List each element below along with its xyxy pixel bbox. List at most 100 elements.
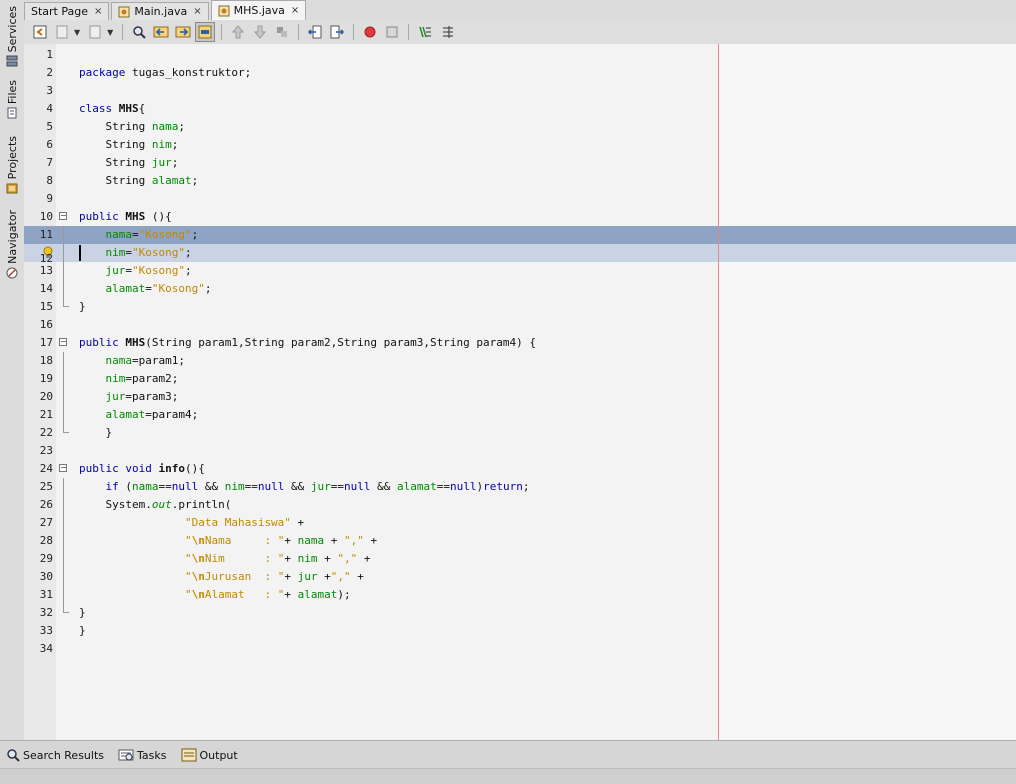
code-line[interactable]: 19 nim=param2; [24,370,1016,388]
code-line[interactable]: 20 jur=param3; [24,388,1016,406]
tab-mhs-java[interactable]: MHS.java × [210,0,307,20]
uncomment-button[interactable] [437,22,457,42]
code-text: nim=param2; [105,372,179,385]
code-text: } [105,426,113,439]
line-number: 17 [39,336,53,349]
shift-left-button[interactable] [305,22,325,42]
right-margin-guide [718,44,719,740]
previous-bookmark-button[interactable] [228,22,248,42]
code-line[interactable]: 9 [24,190,1016,208]
line-number: 14 [39,282,53,295]
back-button[interactable] [52,22,72,42]
code-line[interactable]: 17 − public MHS(String param1,String par… [24,334,1016,352]
sidebar-item-services[interactable]: Services [0,6,24,67]
code-line[interactable]: 30 "\nJurusan : "+ jur +"," + [24,568,1016,586]
chevron-down-icon[interactable]: ▼ [107,28,113,37]
code-editor[interactable]: 1 2 package tugas_konstruktor; 3 4 class… [24,44,1016,740]
code-line[interactable]: 24 − public void info(){ [24,460,1016,478]
code-line[interactable]: 23 [24,442,1016,460]
code-line[interactable]: 1 [24,46,1016,64]
find-next-button[interactable] [173,22,193,42]
code-line[interactable]: 21 alamat=param4; [24,406,1016,424]
fold-guide [63,550,64,568]
fold-toggle-icon[interactable]: − [59,212,67,220]
record-icon [364,26,376,38]
forward-button[interactable] [85,22,105,42]
search-icon [133,26,147,39]
line-number: 10 [39,210,53,223]
next-bookmark-button[interactable] [250,22,270,42]
stop-macro-button[interactable] [382,22,402,42]
code-line[interactable]: 32 } [24,604,1016,622]
code-line[interactable]: 6 String nim; [24,136,1016,154]
code-line-selected[interactable]: 11 nama="Kosong"; [24,226,1016,244]
status-bar [0,768,1016,784]
sidebar-item-label: Files [5,80,19,105]
code-line[interactable]: 28 "\nNama : "+ nama + "," + [24,532,1016,550]
code-line[interactable]: 4 class MHS{ [24,100,1016,118]
code-line[interactable]: 31 "\nAlamat : "+ alamat); [24,586,1016,604]
line-number: 1 [46,48,53,61]
close-icon[interactable]: × [94,6,102,17]
code-line[interactable]: 18 nama=param1; [24,352,1016,370]
record-macro-button[interactable] [360,22,380,42]
close-icon[interactable]: × [291,5,299,16]
fold-toggle-icon[interactable]: − [59,338,67,346]
toggle-bookmark-button[interactable] [272,22,292,42]
arrow-left-icon [153,26,169,38]
code-line[interactable]: 7 String jur; [24,154,1016,172]
find-previous-button[interactable] [151,22,171,42]
last-edit-button[interactable] [30,22,50,42]
fold-guide [63,370,64,388]
line-number: 30 [39,570,53,583]
files-icon [7,107,17,119]
tab-tasks[interactable]: Tasks [118,748,167,762]
fold-guide [63,352,64,370]
comment-icon [419,26,432,38]
code-line[interactable]: 2 package tugas_konstruktor; [24,64,1016,82]
fold-guide [63,478,64,496]
toggle-highlight-button[interactable] [195,22,216,42]
code-line[interactable]: 33 } [24,622,1016,640]
tab-start-page[interactable]: Start Page × [24,2,110,20]
sidebar-item-projects[interactable]: Projects [0,136,24,194]
fold-toggle-icon[interactable]: − [59,464,67,472]
code-line-current[interactable]: nim="Kosong"; [24,244,1016,262]
sidebar-item-files[interactable]: Files [0,80,24,119]
shift-right-button[interactable] [327,22,347,42]
find-button[interactable] [129,22,149,42]
line-number: 21 [39,408,53,421]
editor-tab-bar: Start Page × Main.java × MHS.java × [24,0,1016,21]
chevron-down-icon[interactable]: ▼ [74,28,80,37]
code-line[interactable]: 29 "\nNim : "+ nim + "," + [24,550,1016,568]
close-icon[interactable]: × [193,6,201,17]
arrow-right-icon [175,26,191,38]
code-line[interactable]: 25 if (nama==null && nim==null && jur==n… [24,478,1016,496]
line-number: 31 [39,588,53,601]
code-line[interactable]: 14 alamat="Kosong"; [24,280,1016,298]
toolbar-separator [298,24,300,40]
code-text: } [79,606,86,619]
comment-button[interactable] [415,22,435,42]
code-line[interactable]: 26 System.out.println( [24,496,1016,514]
fold-end-guide [63,298,69,307]
code-line[interactable]: 15 } [24,298,1016,316]
code-line[interactable]: 34 [24,640,1016,658]
sidebar-item-navigator[interactable]: Navigator [0,210,24,279]
code-line[interactable]: 5 String nama; [24,118,1016,136]
code-line[interactable]: 10 − public MHS (){ [24,208,1016,226]
toolbar-separator [122,24,124,40]
code-line[interactable]: 13 jur="Kosong"; [24,262,1016,280]
code-line[interactable]: 27 "Data Mahasiswa" + [24,514,1016,532]
code-line[interactable]: 8 String alamat; [24,172,1016,190]
tab-output[interactable]: Output [181,748,238,762]
code-text: nim="Kosong"; [105,246,192,259]
line-number: 16 [39,318,53,331]
code-line[interactable]: 3 [24,82,1016,100]
code-text: jur="Kosong"; [105,264,192,277]
tab-main-java[interactable]: Main.java × [111,2,209,20]
tab-search-results[interactable]: Search Results [6,748,104,762]
sidebar-item-label: Services [5,6,19,53]
code-line[interactable]: 22 } [24,424,1016,442]
code-line[interactable]: 16 [24,316,1016,334]
